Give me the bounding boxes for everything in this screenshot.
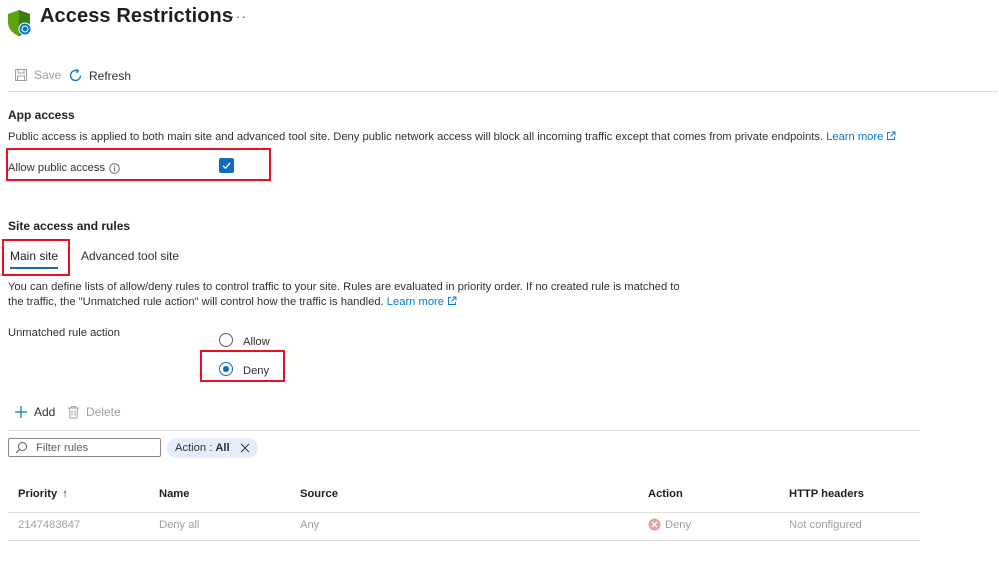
trash-icon bbox=[68, 406, 79, 419]
checkmark-icon bbox=[222, 162, 231, 170]
site-learn-more-link[interactable]: Learn more bbox=[387, 296, 457, 308]
column-priority[interactable]: Priority ↑ bbox=[18, 488, 68, 500]
table-header-row: Priority ↑ Name Source Action HTTP heade… bbox=[0, 488, 920, 502]
learn-more-link[interactable]: Learn more bbox=[826, 131, 896, 143]
shield-icon bbox=[8, 10, 32, 36]
cell-priority: 2147483647 bbox=[18, 519, 81, 531]
refresh-button[interactable]: Refresh bbox=[68, 68, 131, 83]
close-icon[interactable] bbox=[240, 443, 250, 453]
toolbar-divider bbox=[8, 91, 998, 92]
column-http-headers[interactable]: HTTP headers bbox=[789, 488, 864, 500]
site-access-description: You can define lists of allow/deny rules… bbox=[8, 281, 680, 308]
radio-allow-circle[interactable] bbox=[219, 333, 233, 347]
delete-rule-button[interactable]: Delete bbox=[67, 405, 121, 419]
external-link-icon bbox=[887, 131, 896, 140]
tab-advanced-tool-site[interactable]: Advanced tool site bbox=[81, 249, 179, 263]
cell-name: Deny all bbox=[159, 519, 200, 531]
action-filter-pill[interactable]: Action : All bbox=[167, 438, 258, 458]
rules-toolbar-divider bbox=[8, 430, 920, 431]
radio-deny-circle[interactable] bbox=[219, 362, 233, 376]
radio-deny[interactable]: Deny bbox=[219, 361, 269, 377]
site-access-title: Site access and rules bbox=[8, 219, 131, 233]
save-button[interactable]: Save bbox=[14, 68, 61, 82]
filter-rules-input[interactable]: Filter rules bbox=[8, 438, 161, 457]
page-title: Access Restrictions bbox=[40, 5, 234, 27]
cell-action: Deny bbox=[648, 518, 691, 531]
info-icon[interactable] bbox=[109, 162, 120, 174]
app-access-title: App access bbox=[8, 108, 75, 122]
column-source[interactable]: Source bbox=[300, 488, 338, 500]
refresh-label: Refresh bbox=[89, 68, 132, 83]
allow-public-access-label: Allow public access bbox=[8, 162, 120, 174]
filter-rules-placeholder: Filter rules bbox=[36, 441, 89, 454]
table-row-divider bbox=[8, 540, 920, 541]
app-access-description: Public access is applied to both main si… bbox=[8, 130, 968, 145]
radio-allow[interactable]: Allow bbox=[219, 332, 270, 348]
allow-public-access-checkbox[interactable] bbox=[219, 158, 234, 173]
external-link-icon bbox=[448, 296, 457, 305]
table-header-divider bbox=[8, 512, 920, 513]
column-name[interactable]: Name bbox=[159, 488, 189, 500]
cell-source: Any bbox=[300, 519, 320, 531]
save-icon bbox=[15, 69, 27, 81]
search-icon bbox=[15, 442, 27, 454]
more-options-button[interactable]: ··· bbox=[230, 8, 247, 24]
table-row[interactable]: 2147483647 Deny all Any Deny Not configu… bbox=[0, 518, 920, 535]
deny-error-icon bbox=[648, 518, 661, 531]
pill-value: All bbox=[215, 442, 230, 454]
sort-ascending-icon: ↑ bbox=[62, 488, 68, 500]
pill-key: Action : bbox=[175, 442, 213, 454]
column-action[interactable]: Action bbox=[648, 488, 683, 500]
refresh-icon bbox=[69, 68, 82, 82]
plus-icon bbox=[15, 406, 27, 418]
add-rule-button[interactable]: Add bbox=[14, 405, 55, 419]
cell-http-headers: Not configured bbox=[789, 519, 862, 531]
save-label: Save bbox=[34, 68, 62, 82]
main-site-tab-highlight bbox=[2, 239, 70, 276]
unmatched-rule-action-label: Unmatched rule action bbox=[8, 327, 120, 339]
